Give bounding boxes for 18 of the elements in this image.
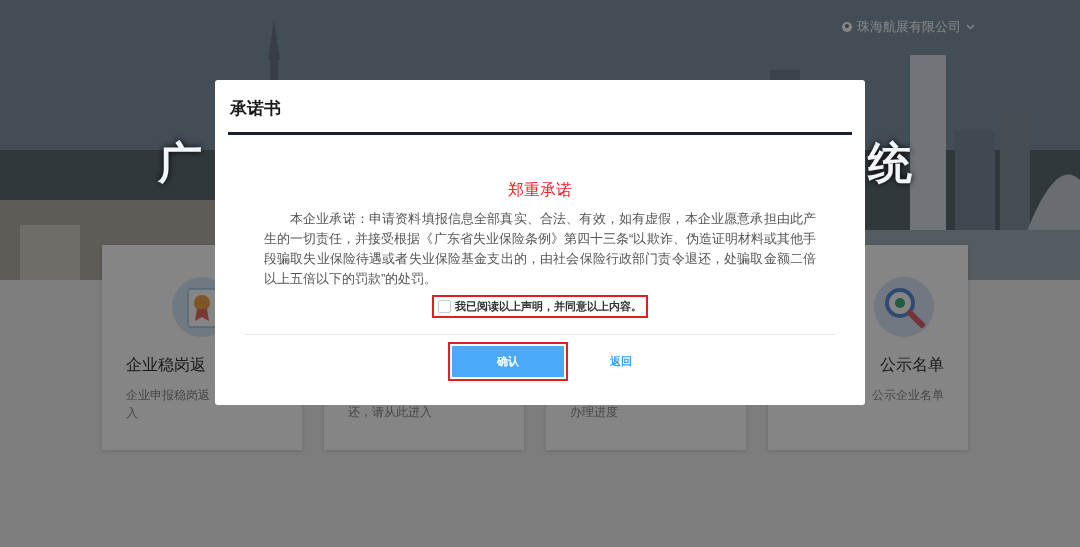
back-link[interactable]: 返回 <box>610 354 632 369</box>
user-icon <box>842 22 852 32</box>
card-description: 公示企业名单 <box>872 387 944 404</box>
card-description: 入 <box>126 405 138 422</box>
agree-label[interactable]: 我已阅读以上声明，并同意以上内容。 <box>455 299 642 314</box>
card-title: 公示名单 <box>880 355 944 375</box>
card-description: 办理进度 <box>570 404 618 421</box>
banner-title: 广 <box>158 137 202 189</box>
modal-title: 承诺书 <box>228 80 852 135</box>
card-title: 企业稳岗返 <box>126 355 206 375</box>
confirm-button[interactable]: 确认 <box>452 346 564 377</box>
commitment-heading: 郑重承诺 <box>508 180 572 200</box>
agree-checkbox[interactable] <box>438 300 451 313</box>
banner-title: 统 <box>868 137 912 189</box>
chevron-down-icon <box>966 24 975 30</box>
card-description: 还，请从此进入 <box>348 404 432 421</box>
magnifier-icon <box>872 275 936 339</box>
card-description: 企业申报稳岗返 <box>126 387 210 404</box>
